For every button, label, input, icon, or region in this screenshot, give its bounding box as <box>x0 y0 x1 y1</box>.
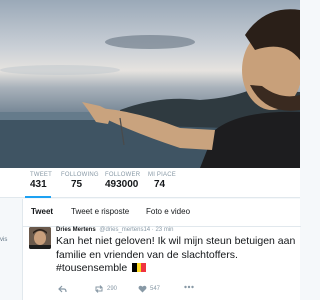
banner-photo <box>0 9 300 168</box>
tweet-text: Kan het niet geloven! Ik wil mijn steun … <box>56 235 296 276</box>
stat-likes-value: 74 <box>154 179 166 190</box>
tab-photos-videos[interactable]: Foto e video <box>146 207 190 216</box>
stat-followers-value: 493000 <box>105 179 139 190</box>
belgium-flag-icon <box>132 263 147 272</box>
stat-followers[interactable]: FOLLOWER 493000 <box>105 172 140 190</box>
more-icon <box>184 285 194 289</box>
left-sidebar-text: vis <box>0 237 8 243</box>
retweet-button[interactable]: 290 <box>94 285 117 293</box>
stat-likes-label: MI PIACE <box>148 172 176 178</box>
stat-likes[interactable]: MI PIACE 74 <box>148 172 176 190</box>
more-button[interactable] <box>184 285 194 289</box>
stat-following-value: 75 <box>71 179 83 190</box>
tweet-header: Dries Mertens @dries_mertens14 · 23 min <box>56 227 173 233</box>
tweet-author-handle-time[interactable]: @dries_mertens14 · 23 min <box>99 227 173 233</box>
avatar-image <box>29 227 51 249</box>
stat-followers-label: FOLLOWER <box>105 172 141 178</box>
timeline: Tweet Tweet e risposte Foto e video Drie… <box>22 199 301 300</box>
reply-icon <box>58 285 67 293</box>
profile-stats-bar: TWEET 431 FOLLOWING 75 FOLLOWER 493000 M… <box>0 168 300 198</box>
tab-tweets-and-replies[interactable]: Tweet e risposte <box>71 207 129 216</box>
reply-button[interactable] <box>58 285 67 293</box>
stat-tweets-label: TWEET <box>30 172 52 178</box>
stat-following-label: FOLLOWING <box>61 172 99 178</box>
stat-tweets[interactable]: TWEET 431 <box>30 172 52 190</box>
like-count: 547 <box>150 286 161 292</box>
tweet[interactable]: Dries Mertens @dries_mertens14 · 23 min … <box>23 227 301 300</box>
stat-tweets-value: 431 <box>30 179 47 190</box>
tweet-body: Kan het niet geloven! Ik wil mijn steun … <box>56 235 296 274</box>
like-button[interactable]: 547 <box>138 285 160 293</box>
stat-following[interactable]: FOLLOWING 75 <box>61 172 99 190</box>
left-sidebar <box>0 199 22 300</box>
avatar[interactable] <box>29 227 51 249</box>
tweet-actions: 290 547 <box>56 285 256 297</box>
heart-icon <box>138 285 147 293</box>
profile-banner <box>0 0 300 168</box>
retweet-icon <box>95 285 103 293</box>
stat-active-indicator <box>25 196 51 198</box>
tab-tweets[interactable]: Tweet <box>31 207 53 216</box>
tweet-author-name[interactable]: Dries Mertens <box>56 227 96 233</box>
retweet-count: 290 <box>107 286 118 292</box>
timeline-tabs: Tweet Tweet e risposte Foto e video <box>23 199 301 227</box>
